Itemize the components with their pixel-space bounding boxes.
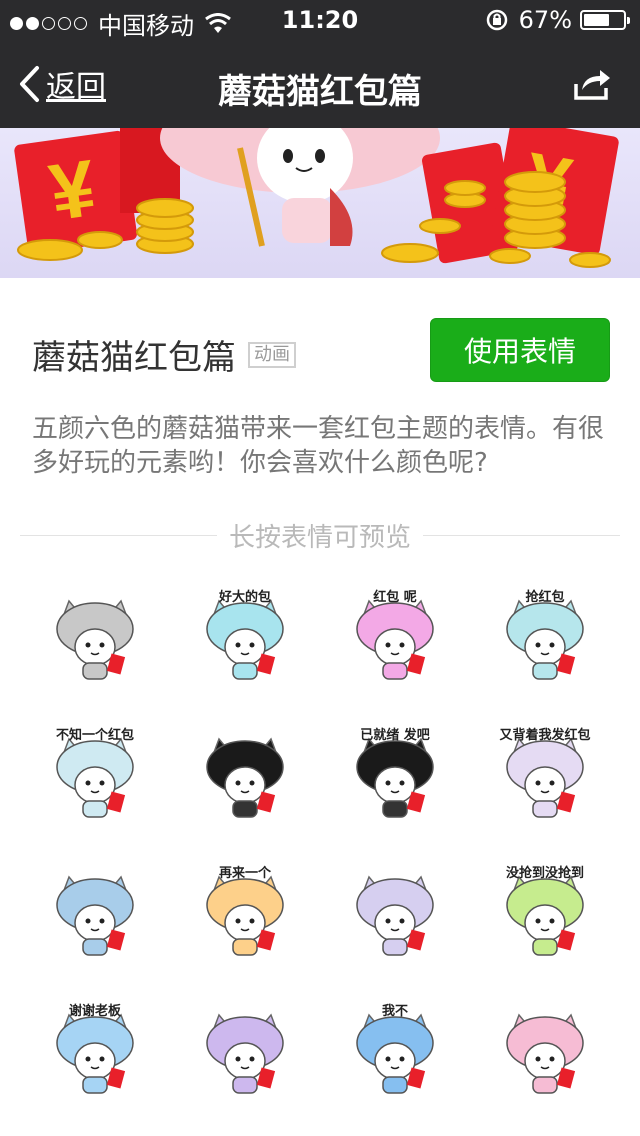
sticker-item[interactable]: 不知一个红包 <box>20 708 170 846</box>
sticker-item[interactable] <box>170 708 320 846</box>
pack-description: 五颜六色的蘑菇猫带来一套红包主题的表情。有很多好玩的元素哟！你会喜欢什么颜色呢? <box>32 414 605 478</box>
sticker-item[interactable]: 抢红包 <box>470 570 620 708</box>
sticker-caption: 又背着我发红包 <box>499 728 591 743</box>
preview-divider: 长按表情可预览 <box>20 520 621 553</box>
preview-hint: 长按表情可预览 <box>229 522 412 553</box>
mushroom-cat-sticker-icon <box>506 1013 584 1094</box>
sticker-item[interactable] <box>320 846 470 984</box>
battery-percent: 67% <box>518 6 572 34</box>
sticker-banner: ¥ ¥ <box>0 128 640 278</box>
pack-name: 蘑菇猫红包篇 <box>32 338 236 378</box>
sticker-item[interactable]: 没抢到没抢到 <box>470 846 620 984</box>
sticker-item[interactable] <box>170 984 320 1122</box>
sticker-caption: 再来一个 <box>218 866 271 881</box>
mushroom-cat-sticker-icon <box>206 1013 284 1094</box>
sticker-item[interactable] <box>20 846 170 984</box>
sticker-item[interactable] <box>470 984 620 1122</box>
sticker-caption: 谢谢老板 <box>68 1004 121 1019</box>
sticker-item[interactable]: 谢谢老板 <box>20 984 170 1122</box>
sticker-item[interactable]: 我不 <box>320 984 470 1122</box>
sticker-caption: 抢红包 <box>525 590 565 605</box>
sticker-item[interactable]: 红包 呢 <box>320 570 470 708</box>
mushroom-cat-sticker-icon <box>56 875 134 956</box>
sticker-pack-title: 蘑菇猫红包篇 动画 <box>32 330 296 379</box>
mushroom-cat-sticker-icon <box>356 875 434 956</box>
sticker-item[interactable]: 又背着我发红包 <box>470 708 620 846</box>
sticker-item[interactable]: 已就绪 发吧 <box>320 708 470 846</box>
sticker-grid: 好大的包 红包 呢 抢红包不知一个红包 已就绪 发吧 又背着我发红包再来一个 没抢到没抢到… <box>20 570 620 1122</box>
rotation-lock-icon <box>486 9 507 31</box>
sticker-item[interactable]: 好大的包 <box>170 570 320 708</box>
use-sticker-button[interactable]: 使用表情 <box>430 318 610 382</box>
sticker-caption: 我不 <box>381 1004 408 1019</box>
nav-bar: 返回 蘑菇猫红包篇 <box>0 40 640 128</box>
sticker-item[interactable] <box>20 570 170 708</box>
banner-illustration: ¥ ¥ <box>14 128 619 268</box>
sticker-caption: 已就绪 发吧 <box>360 728 430 743</box>
sticker-caption: 好大的包 <box>218 590 271 605</box>
sticker-caption: 没抢到没抢到 <box>505 866 584 881</box>
animated-tag: 动画 <box>248 341 296 368</box>
sticker-caption: 红包 呢 <box>373 590 417 605</box>
sticker-caption: 不知一个红包 <box>55 728 134 743</box>
share-icon <box>574 70 610 100</box>
mushroom-cat-sticker-icon <box>206 737 284 818</box>
battery-icon <box>580 10 630 30</box>
mushroom-cat-sticker-icon <box>56 599 134 680</box>
page-title: 蘑菇猫红包篇 <box>218 72 422 112</box>
status-right: 67% <box>485 6 630 34</box>
status-bar: 中国移动 11:20 67% <box>0 0 640 40</box>
share-button[interactable] <box>572 62 612 106</box>
sticker-item[interactable]: 再来一个 <box>170 846 320 984</box>
